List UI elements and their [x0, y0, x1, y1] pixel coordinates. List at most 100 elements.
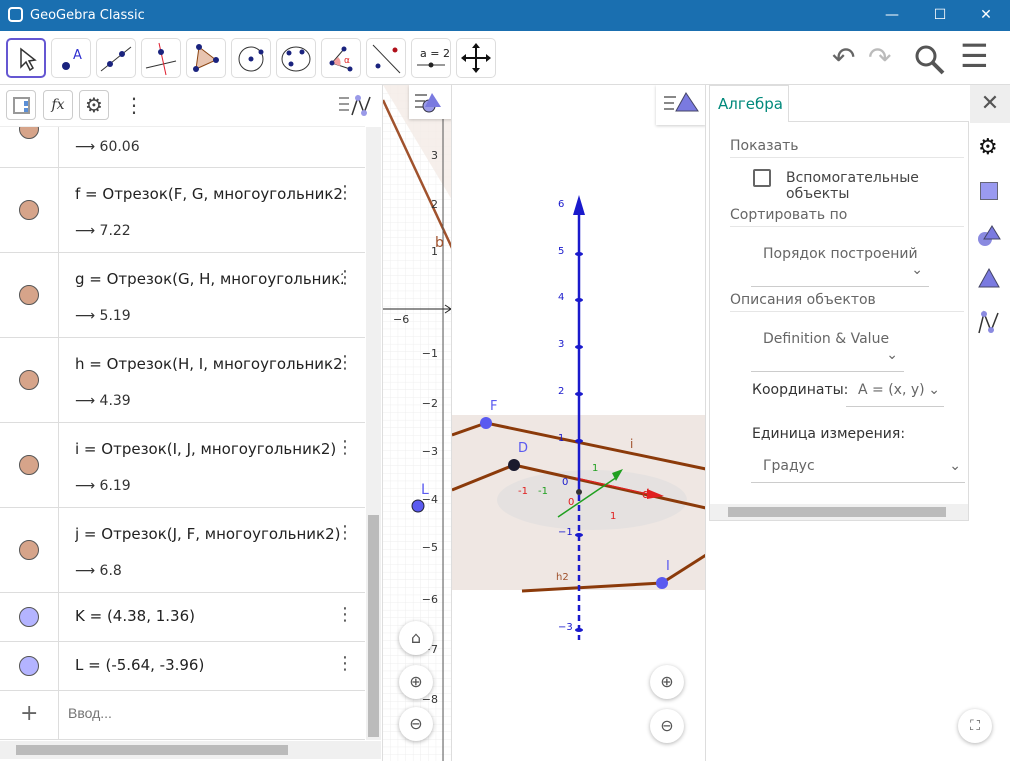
app-logo-icon: [8, 7, 23, 22]
search-icon[interactable]: [912, 43, 946, 77]
visibility-toggle[interactable]: [19, 656, 39, 676]
list-item[interactable]: h = Отрезок(H, I, многоугольник2) ⋮ ⟶ 4.…: [0, 338, 365, 423]
zoom-out-button[interactable]: ⊖: [399, 707, 433, 741]
angle-unit-dropdown[interactable]: Градус ⌄: [751, 458, 965, 483]
zoom-in-icon: ⊕: [409, 672, 423, 691]
visibility-toggle[interactable]: [19, 607, 39, 627]
algebra-view: fx ⚙ ⋮ ⟶ 60.06 f = Отрезок(F, G, многоуг…: [0, 85, 383, 761]
list-item[interactable]: j = Отрезок(J, F, многоугольник2) ⋮ ⟶ 6.…: [0, 508, 365, 593]
point-tool-button[interactable]: A: [51, 38, 91, 78]
close-properties-button[interactable]: ✕: [970, 85, 1010, 123]
circle-tool-button[interactable]: [231, 38, 271, 78]
tab-algebra[interactable]: Алгебра: [709, 85, 789, 122]
chevron-down-icon: ⌄: [886, 347, 898, 363]
list-item[interactable]: f = Отрезок(F, G, многоугольник2) ⋮ ⟶ 7.…: [0, 168, 365, 253]
section-description: Описания объектов: [730, 292, 964, 312]
graphics-3d-canvas[interactable]: [452, 85, 706, 761]
coords-dropdown[interactable]: A = (x, y) ⌄: [846, 382, 944, 407]
graphing-style-icon[interactable]: [338, 93, 372, 119]
row-value: 60.06: [99, 139, 140, 155]
more-icon[interactable]: ⋮: [336, 354, 354, 372]
z-tick-label: 5: [558, 246, 565, 257]
graphics-icon[interactable]: [976, 223, 1002, 249]
sort-dropdown[interactable]: Порядок построений ⌄: [751, 246, 929, 287]
basic-object-icon[interactable]: [980, 182, 998, 200]
home-button[interactable]: ⌂: [399, 621, 433, 655]
more-icon[interactable]: ⋮: [336, 524, 354, 542]
line-tool-button[interactable]: [96, 38, 136, 78]
list-item[interactable]: i = Отрезок(I, J, многоугольник2) ⋮ ⟶ 6.…: [0, 423, 365, 508]
list-item[interactable]: K = (4.38, 1.36) ⋮: [0, 593, 365, 642]
list-item[interactable]: L = (-5.64, -3.96) ⋮: [0, 642, 365, 691]
z-tick-label: 1: [558, 433, 565, 444]
style-bar-toggle[interactable]: [409, 85, 451, 119]
more-icon[interactable]: ⋮: [124, 93, 144, 117]
visibility-toggle[interactable]: [19, 200, 39, 220]
maximize-button[interactable]: ☐: [920, 4, 960, 26]
row-value: 5.19: [99, 308, 131, 324]
fx-button[interactable]: fx: [43, 90, 73, 120]
row-definition[interactable]: i = Отрезок(I, J, многоугольник2): [75, 440, 343, 458]
style-bar-toggle-3d[interactable]: [656, 85, 705, 125]
aux-objects-checkbox[interactable]: [753, 169, 771, 187]
polygon-tool-button[interactable]: [186, 38, 226, 78]
zoom-in-button[interactable]: ⊕: [399, 665, 433, 699]
zoom-in-icon: ⊕: [660, 672, 674, 691]
aux-objects-label: Вспомогательные объекты: [786, 170, 919, 202]
settings-button[interactable]: ⚙: [79, 90, 109, 120]
horizontal-scrollbar[interactable]: [0, 741, 381, 759]
more-icon[interactable]: ⋮: [336, 269, 354, 287]
close-button[interactable]: ✕: [966, 4, 1006, 26]
conic-tool-button[interactable]: [276, 38, 316, 78]
visibility-toggle[interactable]: [19, 455, 39, 475]
angle-tool-button[interactable]: α: [321, 38, 361, 78]
input-row[interactable]: +: [0, 691, 365, 740]
slider-tool-button[interactable]: a = 2: [411, 38, 451, 78]
row-definition[interactable]: f = Отрезок(F, G, многоугольник2): [75, 185, 343, 203]
ellipse-icon: [281, 46, 311, 72]
properties-view: Алгебра Показать Вспомогательные объекты…: [706, 85, 1010, 761]
circle-center-icon: [238, 46, 264, 72]
svg-text:α: α: [344, 56, 350, 66]
row-definition[interactable]: j = Отрезок(J, F, многоугольник2): [75, 525, 343, 543]
graphics3d-icon[interactable]: [976, 267, 1002, 293]
undo-button[interactable]: ↶: [832, 41, 855, 74]
more-icon[interactable]: ⋮: [336, 439, 354, 457]
toolbar: A α a = 2 ↶ ↷ ☰: [0, 31, 1010, 85]
graphics-2d-canvas[interactable]: [383, 85, 452, 761]
vertical-scrollbar[interactable]: [366, 127, 381, 740]
row-definition[interactable]: K = (4.38, 1.36): [75, 607, 343, 625]
more-icon[interactable]: ⋮: [336, 184, 354, 202]
reflect-tool-button[interactable]: [366, 38, 406, 78]
perpendicular-tool-button[interactable]: [141, 38, 181, 78]
plus-icon[interactable]: +: [20, 701, 38, 726]
row-definition[interactable]: L = (-5.64, -3.96): [75, 656, 343, 674]
visibility-toggle[interactable]: [19, 370, 39, 390]
graphics-view-2d[interactable]: b L −6 3 2 1 −1 −2 −3 −4 −5 −6 −7 −8 ⌂ ⊕ ⊖: [383, 85, 452, 761]
algebra-input[interactable]: [68, 705, 338, 721]
visibility-toggle[interactable]: [19, 540, 39, 560]
zoom-in-3d-button[interactable]: ⊕: [650, 665, 684, 699]
move-tool-button[interactable]: [6, 38, 46, 78]
more-icon[interactable]: ⋮: [336, 655, 354, 673]
svg-text:A: A: [73, 48, 82, 63]
algebra-icon[interactable]: [976, 309, 1002, 337]
perpendicular-line-icon: [145, 42, 177, 76]
chevron-down-icon: ⌄: [911, 262, 923, 278]
more-icon[interactable]: ⋮: [336, 606, 354, 624]
fullscreen-button[interactable]: ⛶: [958, 709, 992, 743]
zoom-out-3d-button[interactable]: ⊖: [650, 709, 684, 743]
graphics-view-3d[interactable]: F D I i d h2 -1 -1 0 1 1 0 6 5 4 3 2 1 −1 −3 ⊕ …: [452, 85, 706, 761]
menu-button[interactable]: ☰: [960, 37, 989, 75]
list-item[interactable]: g = Отрезок(G, H, многоугольник2) ⋮ ⟶ 5.…: [0, 253, 365, 338]
redo-button[interactable]: ↷: [868, 41, 891, 74]
horizontal-scrollbar[interactable]: [710, 504, 968, 520]
row-definition[interactable]: h = Отрезок(H, I, многоугольник2): [75, 355, 343, 373]
move-view-tool-button[interactable]: [456, 38, 496, 78]
minimize-button[interactable]: —: [872, 4, 912, 26]
row-definition[interactable]: g = Отрезок(G, H, многоугольник2): [75, 270, 343, 288]
algebra-tree-button[interactable]: [6, 90, 36, 120]
visibility-toggle[interactable]: [19, 285, 39, 305]
description-dropdown[interactable]: Definition & Value ⌄: [751, 331, 904, 372]
gear-icon[interactable]: ⚙: [978, 135, 998, 160]
